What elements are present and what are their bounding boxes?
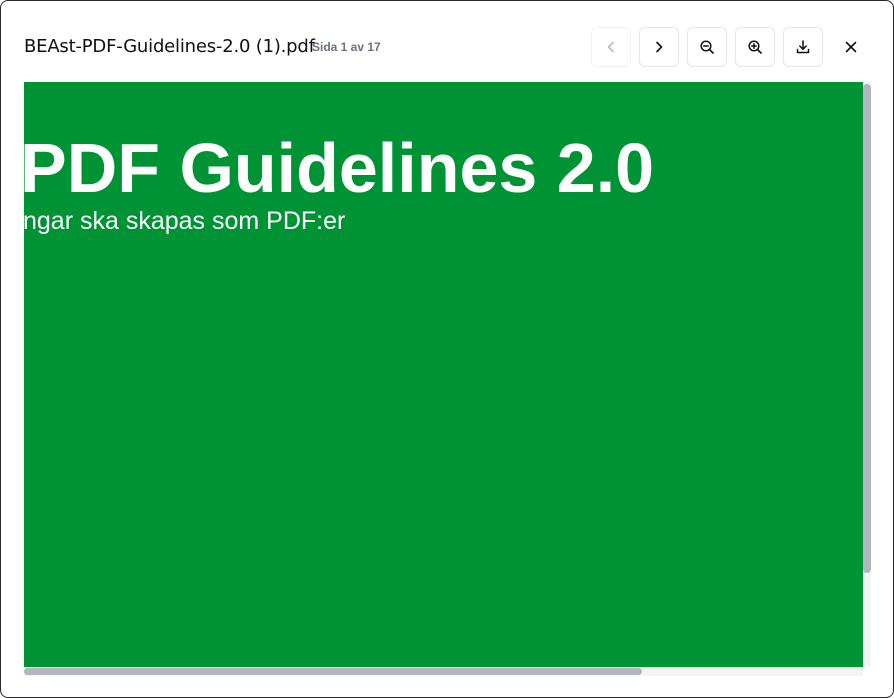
dialog-header: BEAst-PDF-Guidelines-2.0 (1).pdf Sida 1 … — [1, 1, 893, 82]
zoom-out-icon — [700, 40, 714, 54]
zoom-out-button[interactable] — [687, 27, 727, 67]
document-subtitle: ngar ska skapas som PDF:er — [24, 207, 346, 235]
pdf-page: PDF Guidelines 2.0 ngar ska skapas som P… — [24, 82, 863, 667]
pdf-viewport[interactable]: PDF Guidelines 2.0 ngar ska skapas som P… — [24, 82, 871, 676]
close-button[interactable] — [835, 31, 867, 63]
download-icon — [796, 40, 810, 54]
pdf-preview-dialog: BEAst-PDF-Guidelines-2.0 (1).pdf Sida 1 … — [0, 0, 894, 698]
file-name: BEAst-PDF-Guidelines-2.0 (1).pdf — [24, 36, 315, 57]
chevron-right-icon — [656, 41, 663, 53]
document-title: PDF Guidelines 2.0 — [24, 129, 655, 207]
download-button[interactable] — [783, 27, 823, 67]
zoom-in-icon — [748, 40, 762, 54]
chevron-left-icon — [607, 41, 614, 53]
vertical-scrollbar-thumb[interactable] — [863, 84, 871, 573]
horizontal-scrollbar-thumb[interactable] — [24, 668, 642, 675]
zoom-in-button[interactable] — [735, 27, 775, 67]
page-indicator: Sida 1 av 17 — [312, 40, 381, 54]
close-icon — [845, 41, 857, 53]
previous-page-button[interactable] — [591, 27, 631, 67]
next-page-button[interactable] — [639, 27, 679, 67]
